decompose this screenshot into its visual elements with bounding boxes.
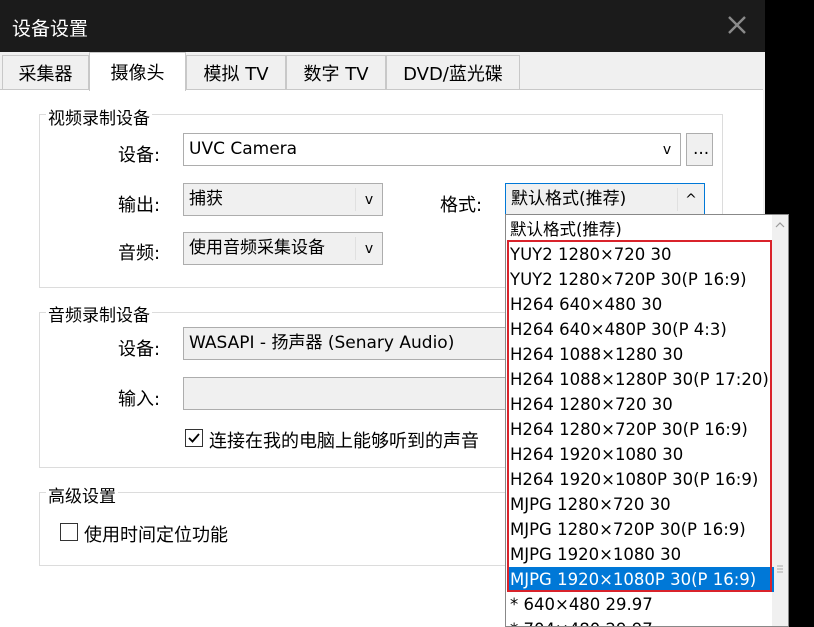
video-device-value: UVC Camera [189,139,298,159]
format-option[interactable]: MJPG 1920×1080P 30(P 16:9) [509,567,774,592]
format-option[interactable]: MJPG 1280×720 30 [509,492,774,517]
chevron-up-icon: ^ [685,191,697,208]
close-button[interactable] [720,8,754,42]
tab-camera[interactable]: 摄像头 [89,52,186,91]
format-option[interactable]: H264 1280×720 30 [509,392,774,417]
format-option[interactable]: H264 1920×1080P 30(P 16:9) [509,467,774,492]
format-label: 格式: [440,195,483,216]
tab-digital-tv[interactable]: 数字 TV [286,55,386,89]
dropdown-scrollbar[interactable] [772,215,788,626]
input-select[interactable] [183,377,513,410]
advanced-group-label: 高级设置 [46,482,118,507]
close-icon [728,16,746,34]
format-option[interactable]: H264 640×480P 30(P 4:3) [509,317,774,342]
chevron-down-icon: v [364,191,374,208]
chevron-down-icon: v [662,141,672,158]
tab-bar: 采集器 摄像头 模拟 TV 数字 TV DVD/蓝光碟 [0,52,765,91]
format-option[interactable]: H264 1280×720P 30(P 16:9) [509,417,774,442]
chevron-down-icon: v [364,240,374,257]
checkmark-icon [188,433,200,443]
video-device-label: 设备: [118,145,161,166]
audio-device-value: WASAPI - 扬声器 (Senary Audio) [189,333,455,353]
format-option[interactable]: * 640×480 29.97 [509,592,774,617]
tab-analog-tv[interactable]: 模拟 TV [186,55,286,89]
format-option[interactable]: * 704×480 29.97 [509,617,774,626]
output-value: 捕获 [189,189,223,209]
video-device-select[interactable]: UVC Camera v [183,133,681,166]
monitor-checkbox-label[interactable]: 连接在我的电脑上能够听到的声音 [209,427,479,453]
output-label: 输出: [118,195,161,216]
format-option[interactable]: MJPG 1280×720P 30(P 16:9) [509,517,774,542]
audio-value: 使用音频采集设备 [189,238,325,258]
format-select[interactable]: 默认格式(推荐) ^ [505,183,705,216]
audio-device-label: 设备: [118,339,161,360]
scroll-up-icon[interactable] [772,217,788,233]
format-option[interactable]: H264 1088×1280 30 [509,342,774,367]
monitor-checkbox[interactable] [185,429,203,447]
tab-capture[interactable]: 采集器 [2,55,89,89]
format-option[interactable]: H264 1088×1280P 30(P 17:20) [509,367,774,392]
format-option[interactable]: YUY2 1280×720P 30(P 16:9) [509,267,774,292]
output-select[interactable]: 捕获 v [183,183,383,216]
audio-select[interactable]: 使用音频采集设备 v [183,232,383,265]
format-option[interactable]: 默认格式(推荐) [509,217,774,242]
window-title: 设备设置 [12,18,89,40]
audio-group-label: 音频录制设备 [46,301,152,326]
format-value: 默认格式(推荐) [511,189,627,209]
format-option[interactable]: H264 640×480 30 [509,292,774,317]
audio-device-select[interactable]: WASAPI - 扬声器 (Senary Audio) [183,327,513,360]
video-device-browse-button[interactable]: ... [686,133,713,166]
input-label: 输入: [118,389,161,410]
tab-dvd-bluray[interactable]: DVD/蓝光碟 [386,55,520,89]
format-option[interactable]: H264 1920×1080 30 [509,442,774,467]
format-option[interactable]: YUY2 1280×720 30 [509,242,774,267]
video-group-label: 视频录制设备 [46,104,152,129]
title-bar: 设备设置 [0,0,765,52]
format-dropdown-list[interactable]: 默认格式(推荐) YUY2 1280×720 30 YUY2 1280×720P 3… [505,214,789,627]
format-option[interactable]: MJPG 1920×1080 30 [509,542,774,567]
timestamp-checkbox-label[interactable]: 使用时间定位功能 [84,521,228,547]
audio-label: 音频: [118,243,161,264]
scroll-grip-icon[interactable] [772,564,788,574]
timestamp-checkbox[interactable] [60,523,78,541]
